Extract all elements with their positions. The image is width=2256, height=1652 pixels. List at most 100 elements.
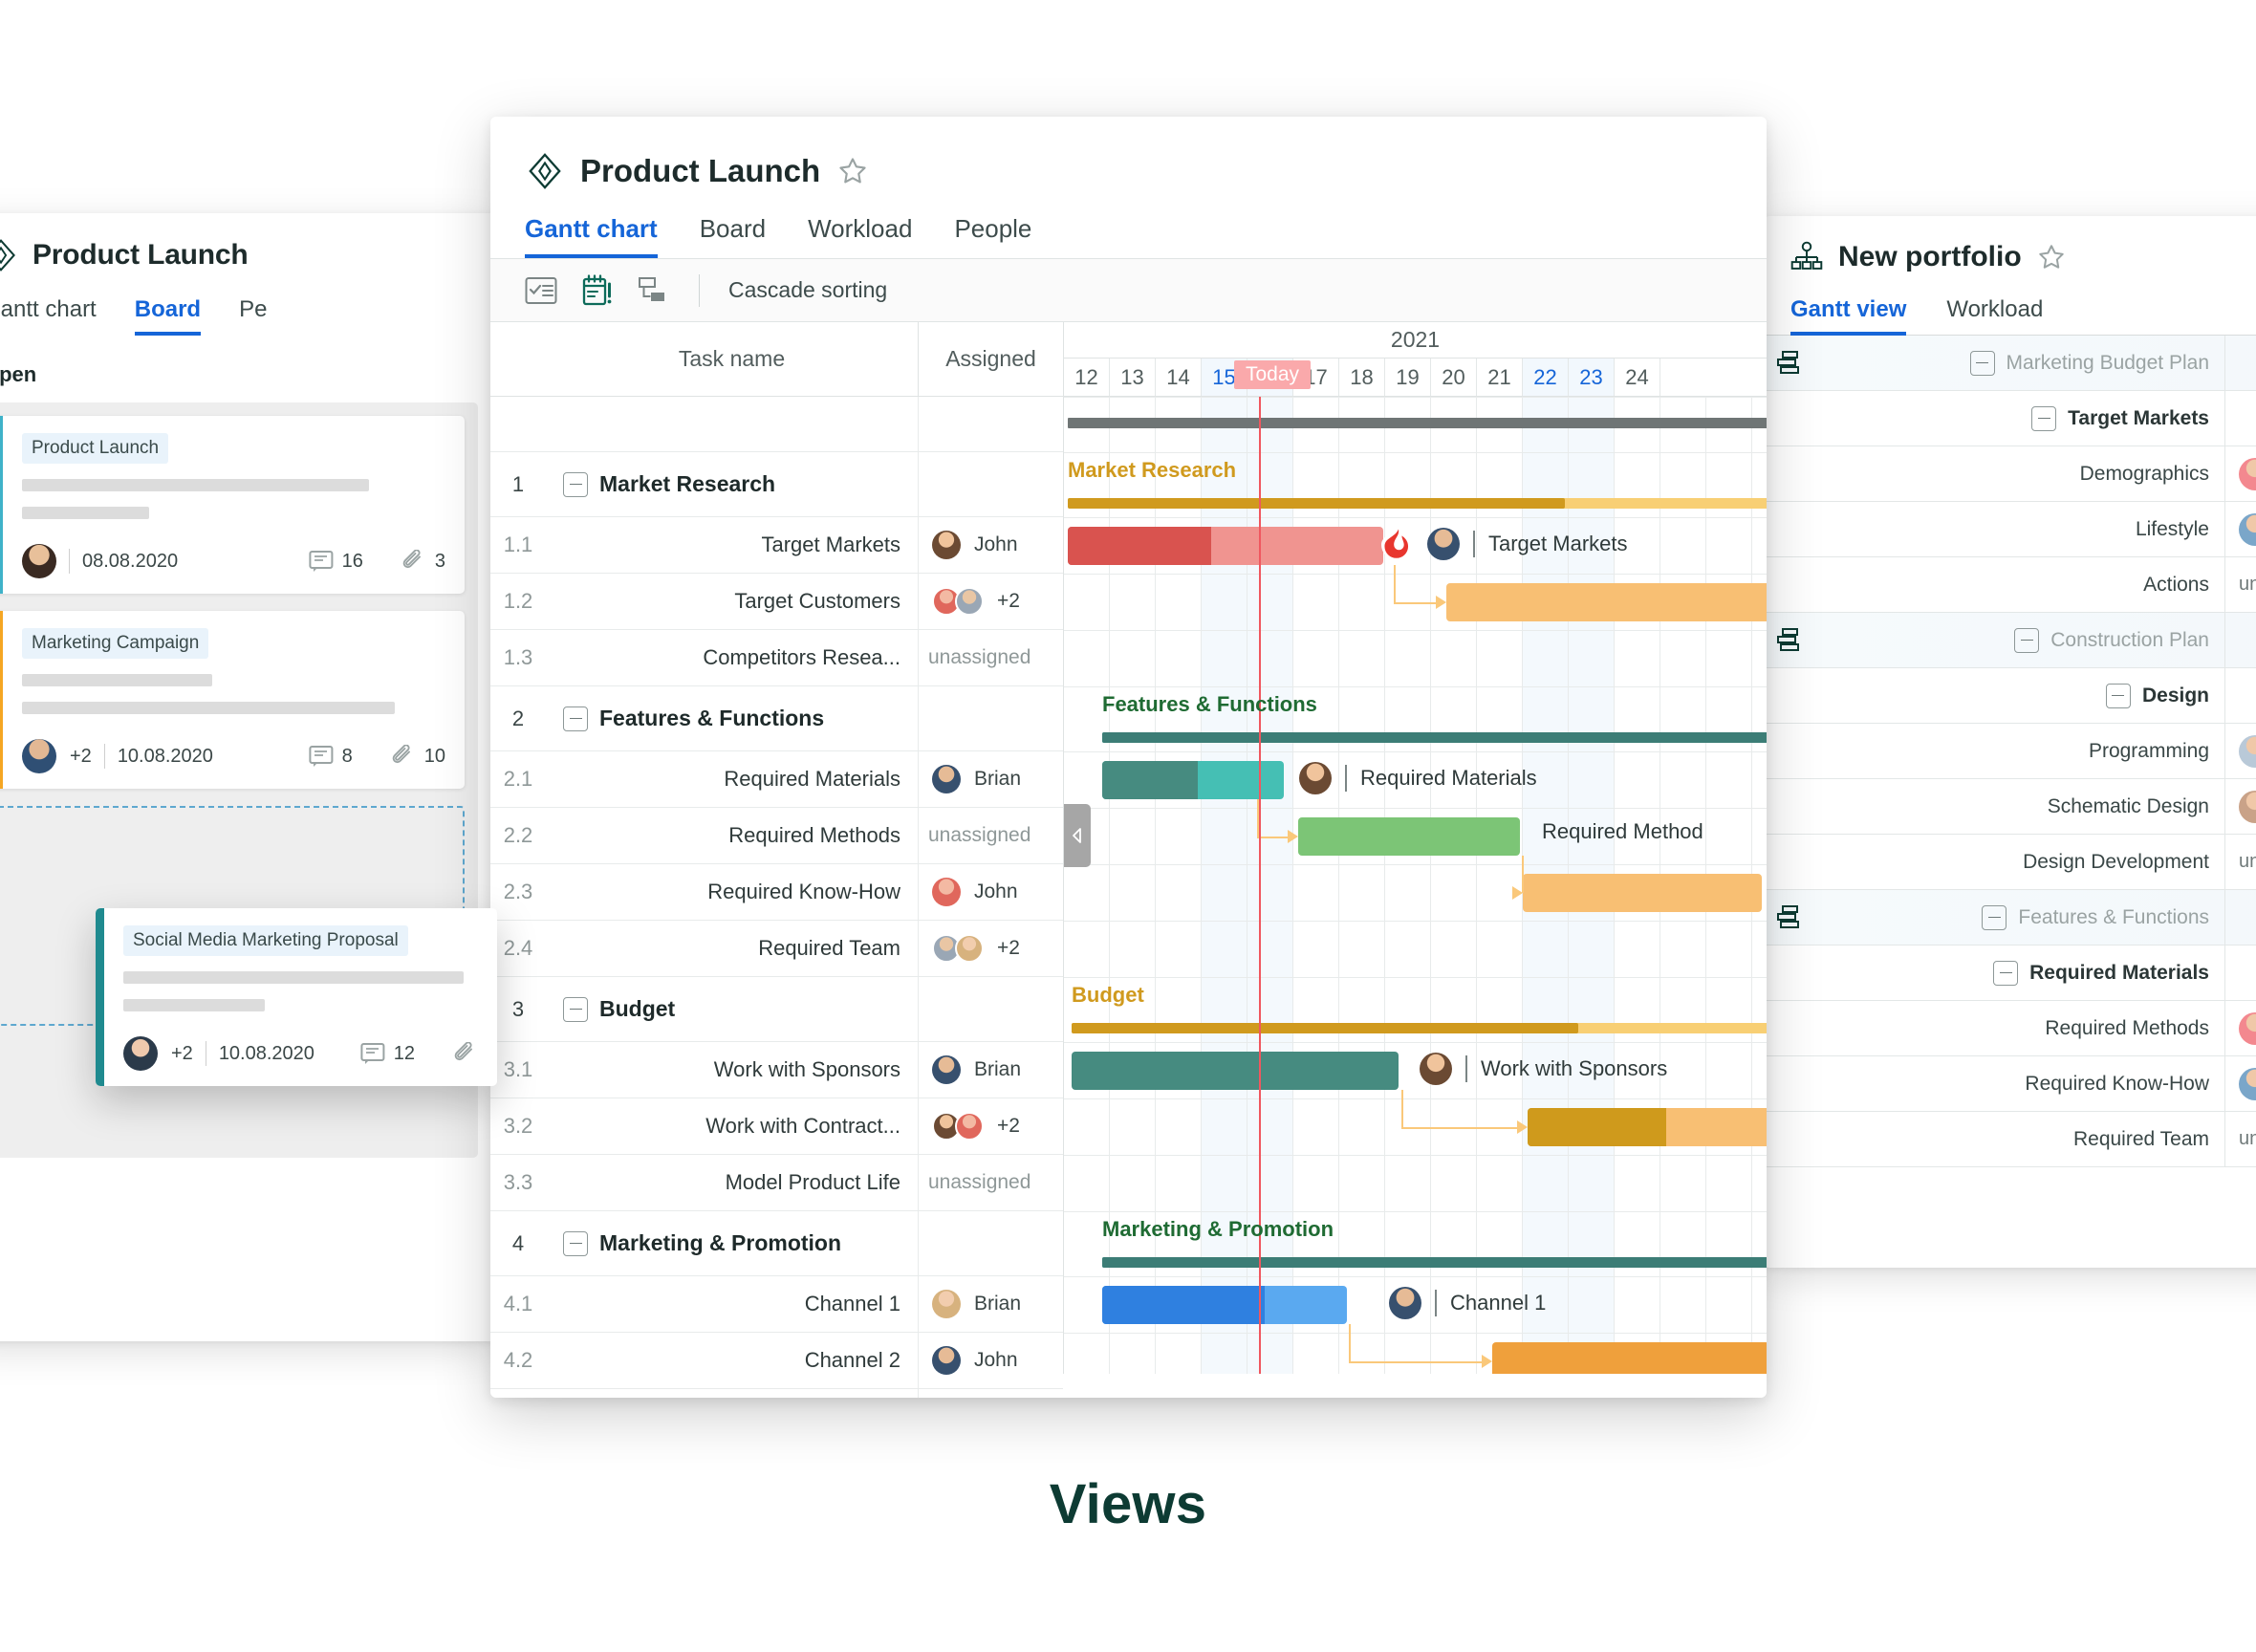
portfolio-row-assigned[interactable] <box>2224 1056 2256 1111</box>
collapse-toggle-icon[interactable] <box>1970 351 1995 376</box>
portfolio-row[interactable]: Required Know-How <box>1764 1056 2256 1112</box>
tab-workload[interactable]: Workload <box>808 214 912 258</box>
portfolio-row[interactable]: Demographics <box>1764 446 2256 502</box>
task-bar-work-with-sponsors[interactable] <box>1072 1052 1399 1090</box>
tab-workload[interactable]: Workload <box>1946 296 2043 336</box>
portfolio-row-assigned[interactable]: unas <box>2224 1112 2256 1166</box>
board-card[interactable]: Product Launch 08.08.2020 16 <box>0 416 465 594</box>
portfolio-row[interactable]: Construction Plan <box>1764 613 2256 668</box>
portfolio-row[interactable]: Schematic Design <box>1764 779 2256 835</box>
portfolio-row-assigned[interactable] <box>2224 779 2256 834</box>
portfolio-row[interactable]: Design <box>1764 668 2256 724</box>
board-card[interactable]: Marketing Campaign +2 10.08.2020 8 <box>0 611 465 789</box>
tab-board[interactable]: Board <box>135 296 201 336</box>
portfolio-row-assigned[interactable] <box>2224 336 2256 390</box>
collapse-toggle-icon[interactable] <box>2014 628 2039 653</box>
portfolio-row[interactable]: Lifestyle <box>1764 502 2256 557</box>
portfolio-row-assigned[interactable]: unas <box>2224 557 2256 612</box>
row-assigned[interactable]: John <box>918 1333 1063 1388</box>
collapse-toggle-icon[interactable] <box>563 997 588 1022</box>
portfolio-row[interactable]: Required Materials <box>1764 946 2256 1001</box>
table-row[interactable]: 2Features & Functions <box>490 686 1063 751</box>
portfolio-row-assigned[interactable] <box>2224 890 2256 945</box>
portfolio-row-assigned[interactable] <box>2224 1001 2256 1055</box>
table-row[interactable]: 3.2Work with Contract...+2 <box>490 1098 1063 1155</box>
tab-people[interactable]: Pe <box>239 296 267 336</box>
portfolio-row-assigned[interactable] <box>2224 446 2256 501</box>
row-assigned[interactable]: +2 <box>918 1098 1063 1154</box>
portfolio-row[interactable]: Features & Functions <box>1764 890 2256 946</box>
row-assigned[interactable] <box>918 686 1063 750</box>
row-assigned[interactable]: unassigned <box>918 630 1063 685</box>
portfolio-row[interactable]: Programming <box>1764 724 2256 779</box>
table-row[interactable]: 4Marketing & Promotion <box>490 1211 1063 1276</box>
task-bar-channel-2[interactable] <box>1492 1342 1767 1374</box>
portfolio-row[interactable]: Required Methods <box>1764 1001 2256 1056</box>
portfolio-row[interactable]: Marketing Budget Plan <box>1764 336 2256 391</box>
portfolio-row[interactable]: Required Teamunas <box>1764 1112 2256 1167</box>
row-assigned[interactable]: John <box>918 864 1063 920</box>
task-bar-target-customers[interactable] <box>1446 583 1767 621</box>
table-row[interactable]: 4.1Channel 1Brian <box>490 1276 1063 1333</box>
portfolio-row-assigned[interactable]: unas <box>2224 835 2256 889</box>
portfolio-row-assigned[interactable] <box>2224 668 2256 723</box>
portfolio-row[interactable]: Target Markets <box>1764 391 2256 446</box>
table-row[interactable]: 3Budget <box>490 977 1063 1042</box>
row-assigned[interactable] <box>918 452 1063 516</box>
portfolio-row[interactable]: Actionsunas <box>1764 557 2256 613</box>
collapse-panel-handle[interactable] <box>1064 804 1091 867</box>
calendar-alert-icon[interactable] <box>582 274 613 307</box>
collapse-toggle-icon[interactable] <box>2031 406 2056 431</box>
row-assigned[interactable]: Nick <box>918 1389 1063 1398</box>
row-assigned[interactable]: unassigned <box>918 808 1063 863</box>
project-overall-bar[interactable] <box>1068 418 1767 428</box>
row-assigned[interactable]: Brian <box>918 751 1063 807</box>
table-row[interactable]: 2.1Required MaterialsBrian <box>490 751 1063 808</box>
table-row[interactable]: 1Market Research <box>490 452 1063 517</box>
portfolio-row-assigned[interactable] <box>2224 946 2256 1000</box>
dragging-board-card[interactable]: Social Media Marketing Proposal +2 10.08… <box>96 908 497 1086</box>
collapse-toggle-icon[interactable] <box>563 706 588 731</box>
row-assigned[interactable]: unassigned <box>918 1155 1063 1210</box>
collapse-toggle-icon[interactable] <box>563 1231 588 1256</box>
portfolio-row-assigned[interactable] <box>2224 724 2256 778</box>
tab-people[interactable]: People <box>954 214 1031 258</box>
row-assigned[interactable] <box>918 1211 1063 1275</box>
collapse-toggle-icon[interactable] <box>563 472 588 497</box>
table-row[interactable]: 1.3Competitors Resea...unassigned <box>490 630 1063 686</box>
tab-gantt-chart[interactable]: Gantt chart <box>525 214 658 258</box>
table-row[interactable]: 1.2Target Customers+2 <box>490 574 1063 630</box>
tab-gantt-view[interactable]: Gantt view <box>1790 296 1906 336</box>
table-row[interactable]: 1.1Target MarketsJohn <box>490 517 1063 574</box>
table-row[interactable]: 4.2Channel 2John <box>490 1333 1063 1389</box>
table-row[interactable]: 2.4Required Team+2 <box>490 921 1063 977</box>
portfolio-row[interactable]: Design Developmentunas <box>1764 835 2256 890</box>
portfolio-row-assigned[interactable] <box>2224 613 2256 667</box>
cascade-sorting-label[interactable]: Cascade sorting <box>728 277 887 303</box>
table-row[interactable]: 2.2Required Methodsunassigned <box>490 808 1063 864</box>
row-assigned[interactable]: John <box>918 517 1063 573</box>
indent-structure-icon[interactable] <box>638 275 670 306</box>
table-row[interactable]: 3.3Model Product Lifeunassigned <box>490 1155 1063 1211</box>
table-row[interactable]: 2.3Required Know-HowJohn <box>490 864 1063 921</box>
portfolio-row-assigned[interactable] <box>2224 391 2256 446</box>
row-assigned[interactable] <box>918 977 1063 1041</box>
tab-board[interactable]: Board <box>700 214 766 258</box>
checklist-icon[interactable] <box>525 275 557 306</box>
collapse-toggle-icon[interactable] <box>1982 905 2007 930</box>
portfolio-row-assigned[interactable] <box>2224 502 2256 556</box>
row-assigned[interactable]: Brian <box>918 1276 1063 1332</box>
row-assigned[interactable]: Brian <box>918 1042 1063 1098</box>
dependency-link-arrow <box>1436 596 1446 609</box>
table-row[interactable]: 4.3Channel 3Nick <box>490 1389 1063 1398</box>
collapse-toggle-icon[interactable] <box>2106 684 2131 708</box>
row-assigned[interactable]: +2 <box>918 921 1063 976</box>
table-row[interactable]: 3.1Work with SponsorsBrian <box>490 1042 1063 1098</box>
star-outline-icon[interactable] <box>837 156 868 186</box>
tab-gantt-chart[interactable]: Gantt chart <box>0 296 97 336</box>
collapse-toggle-icon[interactable] <box>1993 961 2018 986</box>
task-bar-required-know-how[interactable] <box>1523 874 1762 912</box>
task-bar-required-methods[interactable] <box>1298 817 1520 856</box>
row-assigned[interactable]: +2 <box>918 574 1063 629</box>
star-outline-icon[interactable] <box>2037 243 2066 272</box>
